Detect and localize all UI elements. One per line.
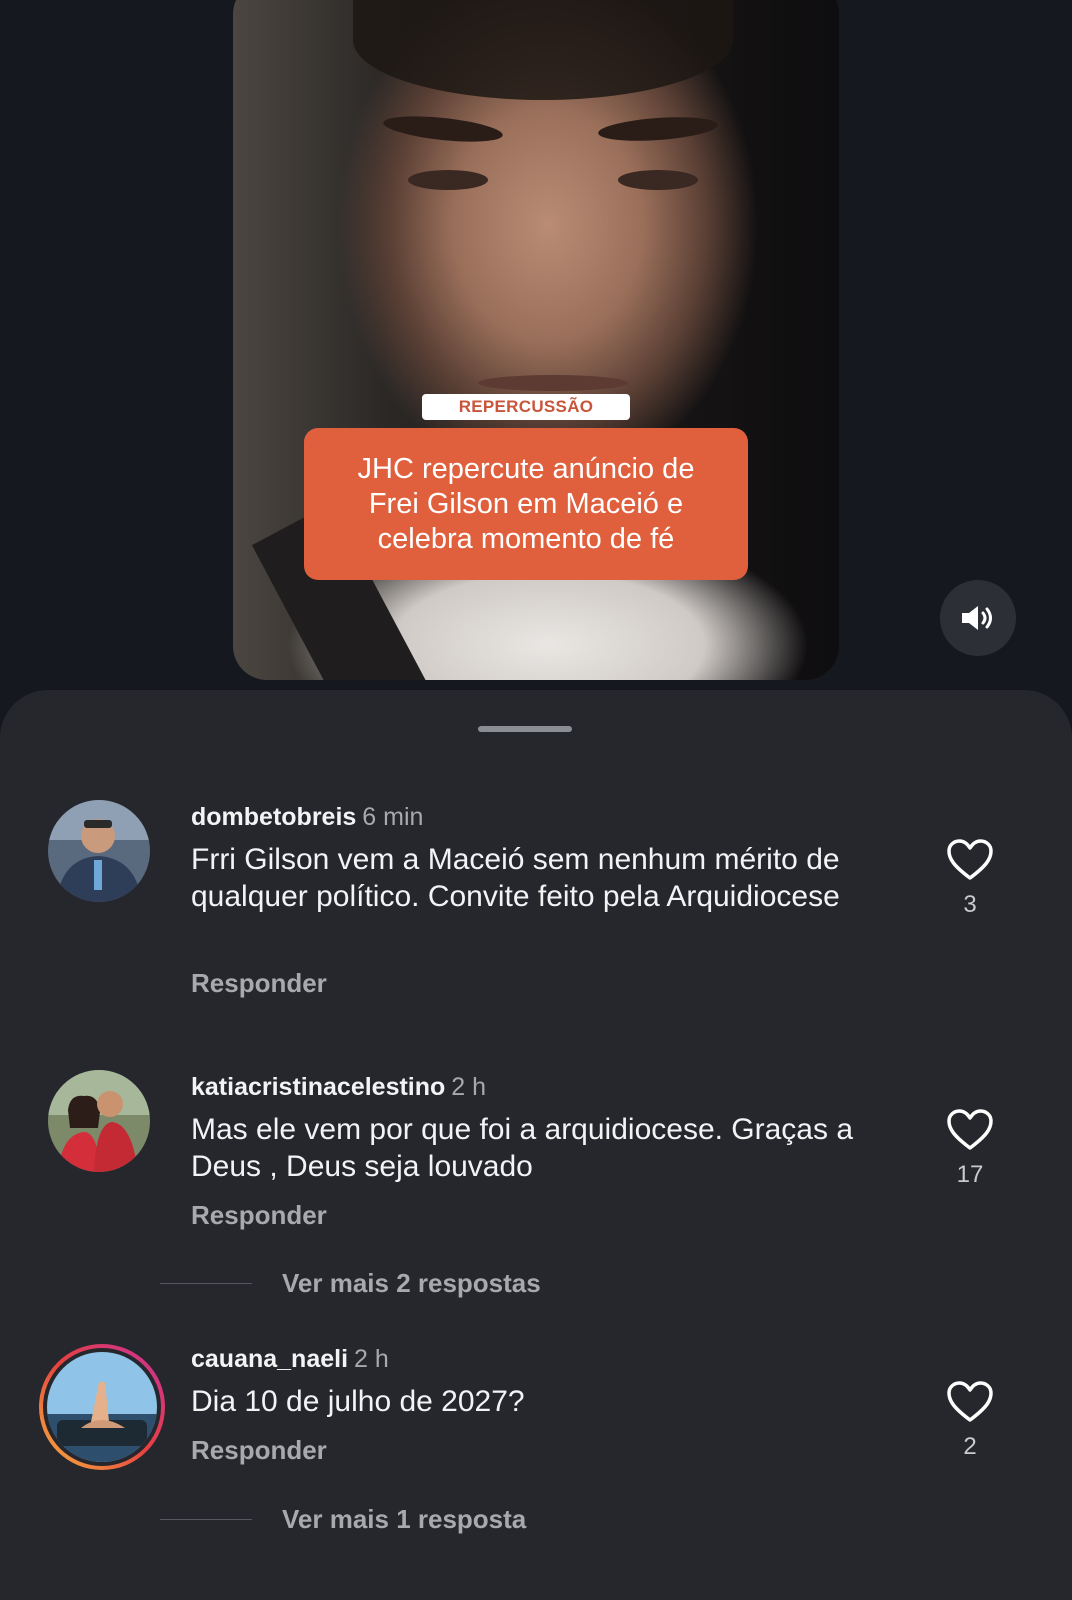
video-frame-detail (597, 113, 719, 145)
like-count: 2 (963, 1433, 977, 1460)
reply-button[interactable]: Responder (191, 1200, 327, 1231)
comments-sheet: dombetobreis 6 min Frri Gilson vem a Mace… (0, 690, 1072, 1600)
sheet-drag-handle[interactable] (478, 726, 572, 732)
video-frame-detail (353, 0, 733, 100)
username[interactable]: dombetobreis (191, 803, 356, 831)
video-headline-box: JHC repercute anúncio de Frei Gilson em … (304, 428, 748, 580)
like-count: 17 (956, 1161, 984, 1188)
like-button[interactable]: 17 (940, 1108, 1000, 1189)
heart-icon (947, 839, 993, 880)
video-headline: JHC repercute anúncio de Frei Gilson em … (357, 452, 695, 555)
speaker-volume-icon (962, 606, 992, 630)
heart-icon (947, 1381, 993, 1422)
username[interactable]: katiacristinacelestino (191, 1073, 445, 1101)
view-more-replies[interactable]: Ver mais 2 respostas (160, 1268, 541, 1299)
avatar[interactable] (48, 800, 150, 902)
username[interactable]: cauana_naeli (191, 1345, 348, 1373)
comment-meta: katiacristinacelestino 2 h (191, 1072, 486, 1102)
avatar-story-ring[interactable] (37, 1342, 167, 1472)
view-more-replies-label: Ver mais 1 resposta (282, 1504, 527, 1534)
like-button[interactable]: 2 (940, 1380, 1000, 1461)
video-area: REPERCUSSÃO JHC repercute anúncio de Fre… (0, 0, 1072, 710)
reply-button[interactable]: Responder (191, 968, 327, 999)
avatar[interactable] (48, 1070, 150, 1172)
like-count: 3 (963, 891, 977, 918)
timestamp: 2 h (354, 1345, 389, 1373)
video-tag: REPERCUSSÃO (422, 394, 630, 420)
comment-text: Frri Gilson vem a Maceió sem nenhum méri… (191, 843, 840, 913)
timestamp: 6 min (362, 803, 424, 831)
view-more-replies-label: Ver mais 2 respostas (282, 1268, 541, 1298)
reply-button[interactable]: Responder (191, 1435, 327, 1466)
heart-icon (947, 1109, 993, 1150)
comment-meta: cauana_naeli 2 h (191, 1344, 389, 1374)
mute-button[interactable] (940, 580, 1016, 656)
comment-meta: dombetobreis 6 min (191, 802, 423, 832)
comment-text: Mas ele vem por que foi a arquidiocese. … (191, 1113, 854, 1183)
video-frame-detail (478, 375, 628, 391)
video-frame-detail (618, 170, 698, 190)
video-frame-detail (382, 111, 504, 147)
comment-text: Dia 10 de julho de 2027? (191, 1385, 525, 1418)
video-frame-detail (408, 170, 488, 190)
thread-line (160, 1283, 252, 1284)
timestamp: 2 h (451, 1073, 487, 1101)
like-button[interactable]: 3 (940, 838, 1000, 919)
view-more-replies[interactable]: Ver mais 1 resposta (160, 1504, 526, 1535)
thread-line (160, 1519, 252, 1520)
